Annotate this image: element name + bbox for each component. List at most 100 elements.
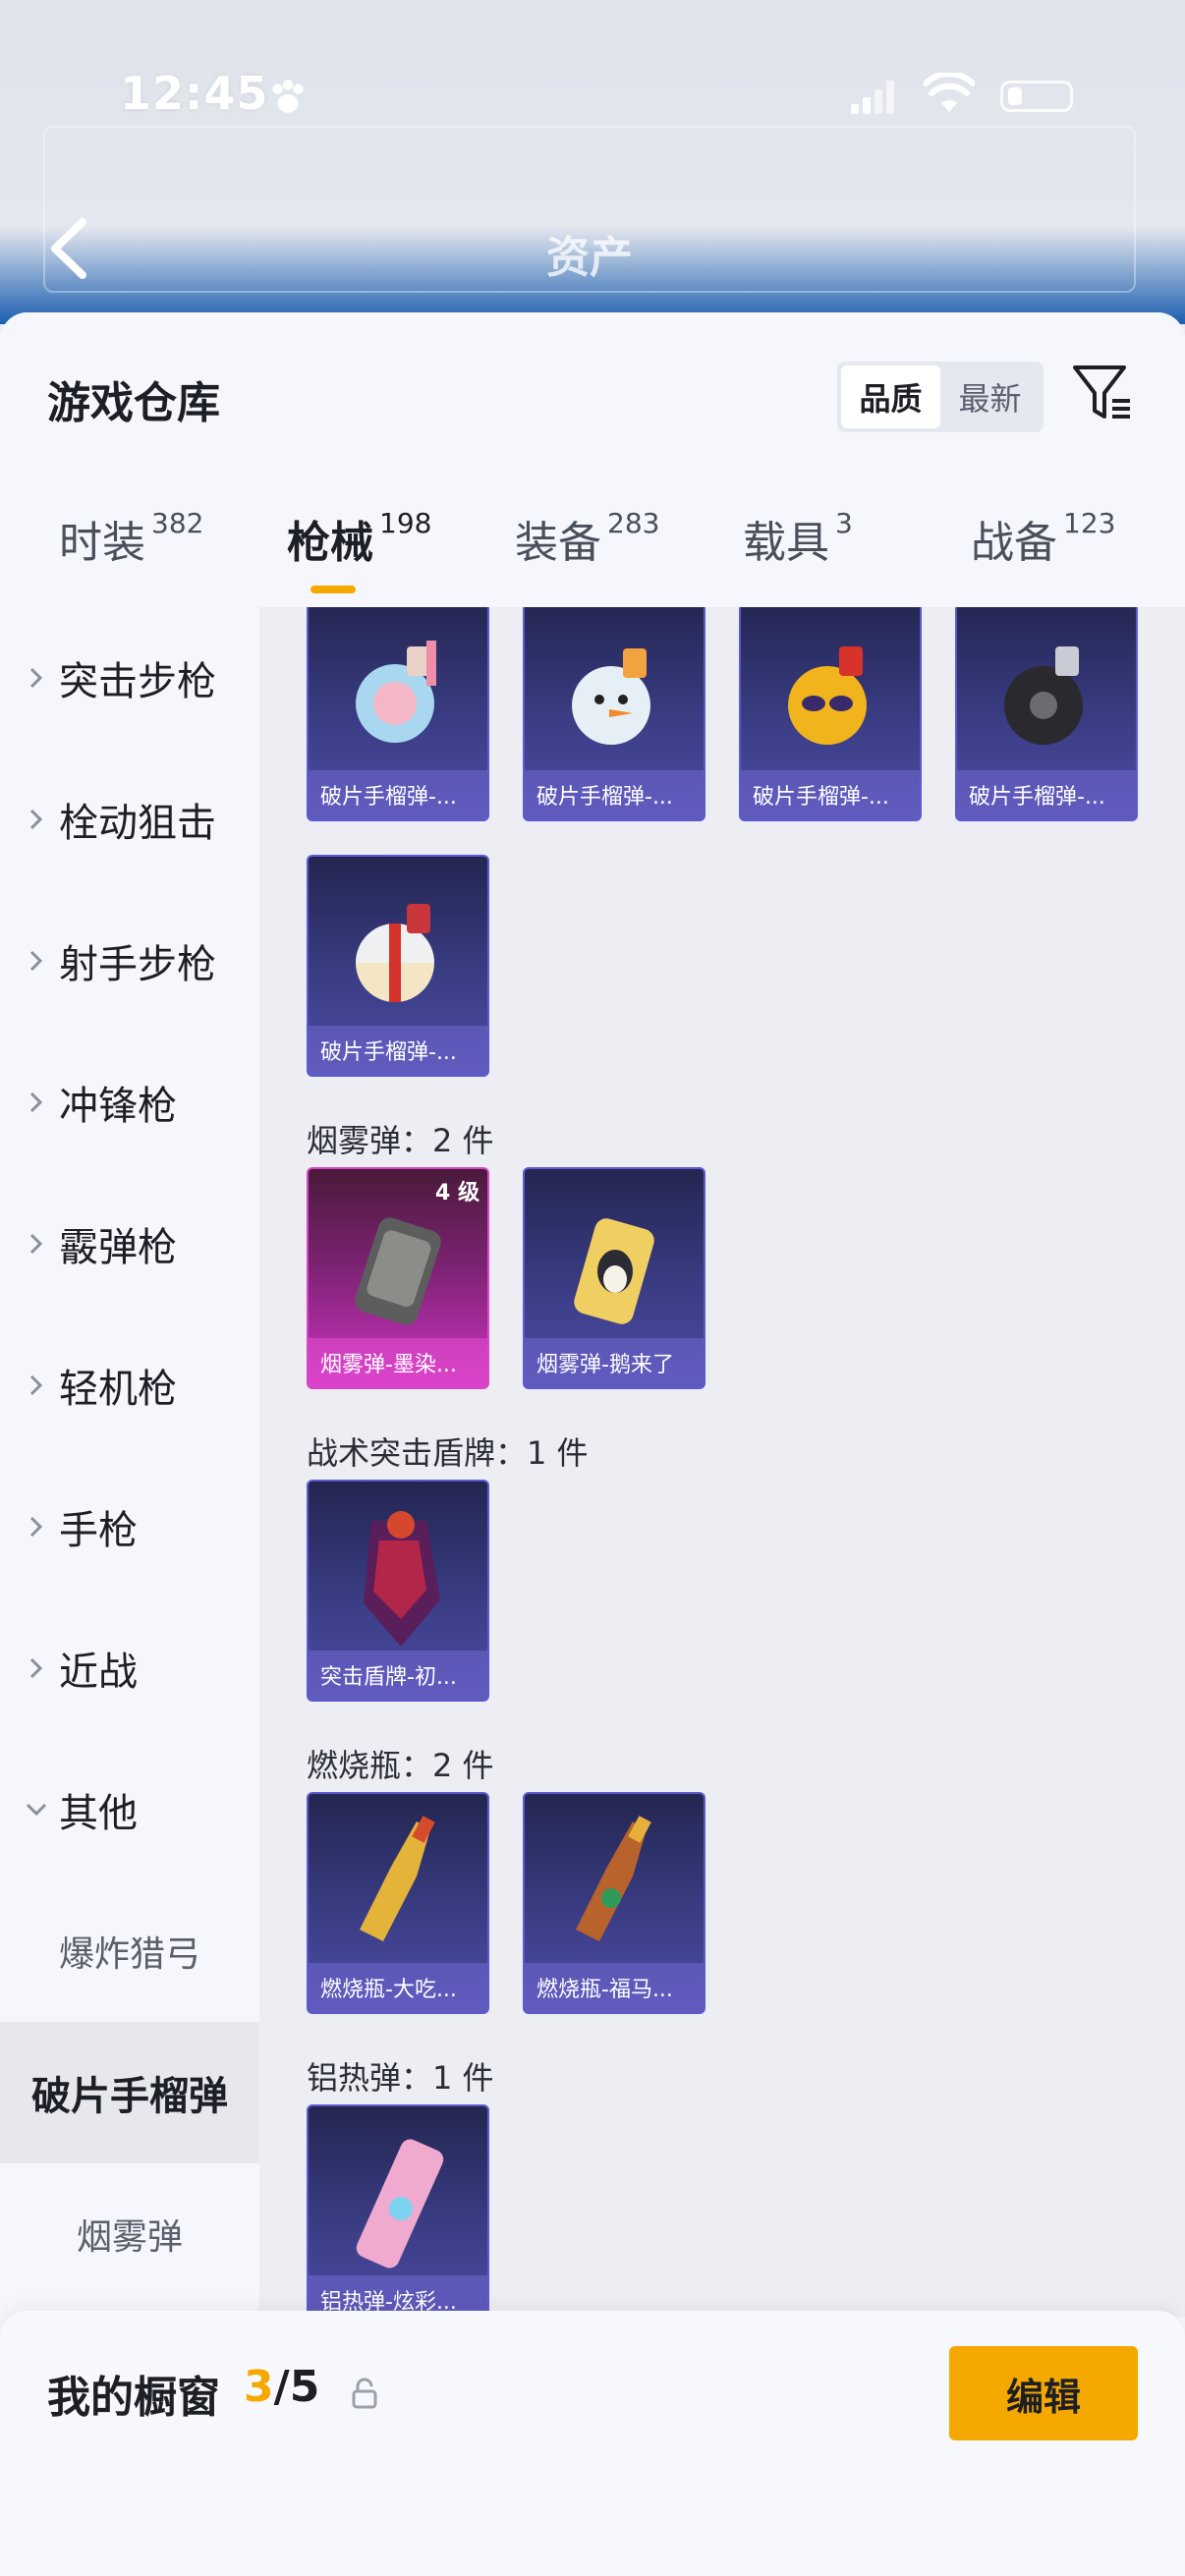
- sheet-header: 游戏仓库 品质 最新 时装 382 枪械 198 装备 283 载具 3 战备 …: [0, 312, 1185, 607]
- category-label: 近战: [59, 1650, 138, 1695]
- subcategory-smoke-grenade[interactable]: 烟雾弹: [0, 2163, 259, 2305]
- subcategory-frag-grenade[interactable]: 破片手榴弹: [0, 2022, 259, 2163]
- item-card[interactable]: 破片手榴弹-...: [307, 607, 489, 821]
- item-caption: 破片手榴弹-...: [309, 770, 487, 819]
- item-card[interactable]: 破片手榴弹-...: [307, 855, 489, 1077]
- category-label: 突击步枪: [59, 659, 216, 704]
- section-title: 战术突击盾牌：1 件: [307, 1434, 589, 1472]
- item-card[interactable]: 燃烧瓶-大吃...: [307, 1792, 489, 2014]
- subcategory-explosive-bow[interactable]: 爆炸猎弓: [0, 1880, 259, 2022]
- lock-icon: [352, 2378, 377, 2409]
- chevron-right-icon: [29, 667, 43, 689]
- item-card[interactable]: 燃烧瓶-福马...: [523, 1792, 705, 2014]
- item-card[interactable]: 破片手榴弹-...: [523, 607, 705, 821]
- category-pistol[interactable]: 手枪: [0, 1456, 259, 1597]
- item-card[interactable]: 4 级 烟雾弹-墨染...: [307, 1167, 489, 1389]
- tab-fashion[interactable]: 时装 382: [59, 507, 203, 595]
- subcategory-label: 爆炸猎弓: [58, 1934, 200, 1975]
- category-smg[interactable]: 冲锋枪: [0, 1032, 259, 1173]
- category-assault-rifle[interactable]: 突击步枪: [0, 607, 259, 749]
- item-card[interactable]: 破片手榴弹-...: [739, 607, 922, 821]
- back-arrow-icon[interactable]: [43, 214, 96, 283]
- item-card[interactable]: 破片手榴弹-...: [955, 607, 1138, 821]
- item-caption: 燃烧瓶-大吃...: [309, 1963, 487, 2012]
- sort-toggle: 品质 最新: [837, 362, 1044, 432]
- category-label: 栓动狙击: [59, 801, 216, 846]
- item-caption: 破片手榴弹-...: [309, 1026, 487, 1075]
- category-label: 冲锋枪: [59, 1084, 177, 1129]
- molotov-icon: [576, 1816, 651, 1941]
- filter-icon[interactable]: [1071, 362, 1134, 424]
- wifi-icon: [924, 73, 975, 112]
- showcase-total: /5: [273, 2362, 320, 2412]
- category-shotgun[interactable]: 霰弹枪: [0, 1173, 259, 1315]
- category-label: 其他: [59, 1791, 138, 1836]
- grenade-icon: [1004, 646, 1083, 745]
- chevron-right-icon: [29, 1516, 43, 1538]
- showcase-count: 3/5: [244, 2362, 319, 2412]
- item-card[interactable]: 烟雾弹-鹅来了: [523, 1167, 705, 1389]
- chevron-right-icon: [29, 1657, 43, 1679]
- grenade-icon: [788, 646, 867, 745]
- category-label: 霰弹枪: [59, 1225, 177, 1270]
- chevron-right-icon: [29, 950, 43, 972]
- section-title: 燃烧瓶：2 件: [307, 1747, 494, 1784]
- category-sidebar: 突击步枪 栓动狙击 射手步枪 冲锋枪 霰弹枪 轻机枪 手枪 近战 其他 爆炸猎弓…: [0, 607, 259, 2317]
- thermite-icon: [356, 2139, 444, 2268]
- shield-icon: [364, 1511, 440, 1647]
- smoke-grenade-icon: [574, 1218, 654, 1324]
- item-caption: 烟雾弹-墨染...: [309, 1338, 487, 1387]
- item-grid: 破片手榴弹-... 破片手榴弹-... 破片手榴弹-... 破片手榴弹-...: [259, 607, 1185, 2317]
- status-time: 12:45: [120, 67, 269, 120]
- category-label: 手枪: [59, 1508, 138, 1553]
- edit-button[interactable]: 编辑: [949, 2346, 1138, 2440]
- molotov-icon: [360, 1816, 435, 1941]
- chevron-right-icon: [29, 1092, 43, 1113]
- grenade-icon: [356, 641, 436, 743]
- signal-icon: [851, 81, 894, 114]
- tab-vehicles[interactable]: 载具 3: [743, 507, 853, 595]
- item-caption: 突击盾牌-初...: [309, 1651, 487, 1700]
- tab-equipment[interactable]: 装备 283: [515, 507, 659, 595]
- tab-count: 382: [151, 507, 204, 539]
- item-caption: 破片手榴弹-...: [957, 770, 1136, 819]
- category-label: 射手步枪: [59, 942, 216, 987]
- page-title: 资产: [546, 233, 633, 283]
- showcase-current: 3: [244, 2362, 274, 2412]
- battery-icon: [1000, 81, 1073, 112]
- chevron-right-icon: [29, 1233, 43, 1255]
- item-caption: 燃烧瓶-福马...: [525, 1963, 704, 2012]
- category-lmg[interactable]: 轻机枪: [0, 1315, 259, 1456]
- tab-supplies[interactable]: 战备 123: [971, 507, 1115, 595]
- category-marksman-rifle[interactable]: 射手步枪: [0, 890, 259, 1032]
- tab-label: 装备: [515, 518, 601, 568]
- sort-newest-button[interactable]: 最新: [940, 365, 1040, 428]
- tab-label: 战备: [971, 518, 1057, 568]
- chevron-right-icon: [29, 809, 43, 830]
- tab-count: 3: [835, 507, 853, 539]
- tab-guns[interactable]: 枪械 198: [287, 507, 431, 595]
- item-caption: 破片手榴弹-...: [741, 770, 920, 819]
- background-header: 12:45 资产: [0, 0, 1185, 324]
- category-bolt-sniper[interactable]: 栓动狙击: [0, 749, 259, 890]
- active-tab-indicator: [310, 586, 356, 593]
- section-title: 铝热弹：1 件: [307, 2059, 494, 2097]
- item-card[interactable]: 突击盾牌-初...: [307, 1480, 489, 1702]
- warehouse-sheet: 游戏仓库 品质 最新 时装 382 枪械 198 装备 283 载具 3 战备 …: [0, 312, 1185, 2576]
- item-level-badge: 4 级: [435, 1181, 480, 1205]
- tab-bar: 时装 382 枪械 198 装备 283 载具 3 战备 123: [0, 507, 1185, 605]
- item-caption: 破片手榴弹-...: [525, 770, 704, 819]
- item-card[interactable]: 铝热弹-炫彩...: [307, 2104, 489, 2317]
- showcase-bar: 我的橱窗 3/5 编辑: [0, 2311, 1185, 2576]
- tab-count: 198: [379, 507, 432, 539]
- category-melee[interactable]: 近战: [0, 1597, 259, 1739]
- tab-label: 载具: [743, 518, 829, 568]
- sort-quality-button[interactable]: 品质: [841, 365, 940, 428]
- category-other[interactable]: 其他: [0, 1739, 259, 1880]
- chevron-down-icon: [26, 1803, 47, 1817]
- grenade-icon: [572, 648, 650, 745]
- showcase-label: 我的橱窗: [47, 2373, 220, 2423]
- subcategory-label: 烟雾弹: [76, 2217, 183, 2258]
- section-title: 烟雾弹：2 件: [307, 1122, 494, 1159]
- tab-count: 123: [1063, 507, 1116, 539]
